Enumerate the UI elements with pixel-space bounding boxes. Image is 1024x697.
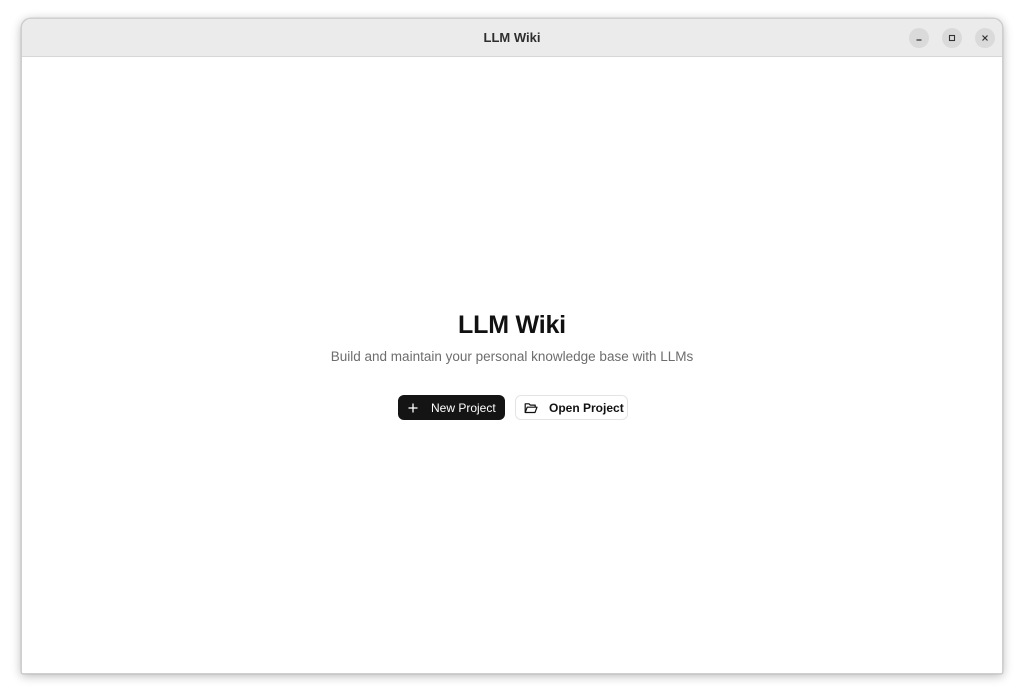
- new-project-label: New Project: [431, 400, 496, 415]
- app-window: LLM Wiki LLM Wiki Build and maintain you…: [21, 18, 1003, 674]
- page-subtitle: Build and maintain your personal knowled…: [330, 349, 694, 364]
- maximize-button[interactable]: [942, 28, 962, 48]
- close-icon: [980, 33, 990, 43]
- new-project-button[interactable]: New Project: [398, 395, 505, 420]
- window-title: LLM Wiki: [483, 30, 541, 45]
- plus-icon: [407, 402, 419, 414]
- welcome-screen: LLM Wiki Build and maintain your persona…: [22, 57, 1002, 673]
- close-button[interactable]: [975, 28, 995, 48]
- folder-open-icon: [524, 402, 538, 414]
- open-project-button[interactable]: Open Project: [515, 395, 628, 420]
- maximize-icon: [947, 33, 957, 43]
- title-bar[interactable]: LLM Wiki: [22, 19, 1002, 57]
- page-title: LLM Wiki: [458, 311, 566, 339]
- minimize-button[interactable]: [909, 28, 929, 48]
- minimize-icon: [914, 33, 924, 43]
- open-project-label: Open Project: [549, 400, 624, 415]
